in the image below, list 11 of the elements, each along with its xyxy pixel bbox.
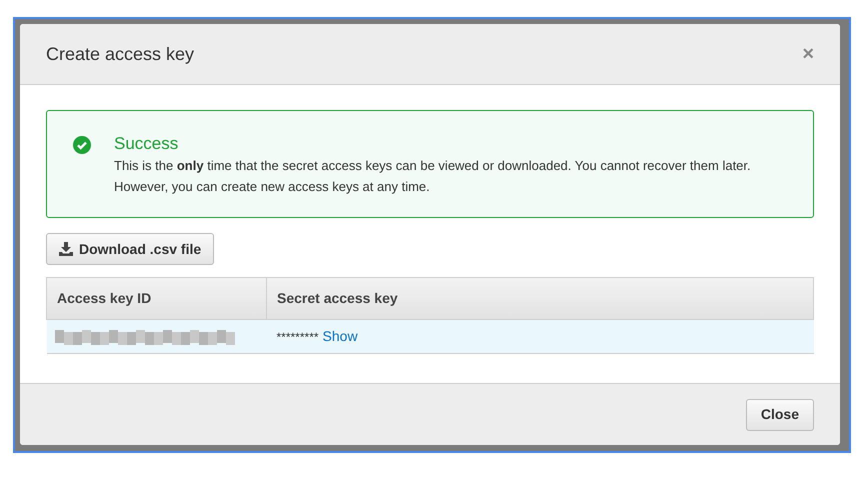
show-link[interactable]: Show xyxy=(322,328,358,344)
download-icon xyxy=(59,242,73,256)
masked-secret: ********* xyxy=(276,330,319,344)
close-button[interactable]: Close xyxy=(746,398,814,430)
column-header: Access key ID xyxy=(46,278,266,320)
alert-message: This is the only time that the secret access keys can be viewed or downloaded. You cannot recover them later. However, you can create new access keys at any time. xyxy=(114,157,752,196)
alert-title: Success xyxy=(114,133,180,155)
check-circle-icon xyxy=(73,136,91,154)
dialog-title: Create access key xyxy=(46,42,194,66)
download-button[interactable]: Download .csv file xyxy=(46,233,214,265)
column-header: Secret access key xyxy=(266,278,814,320)
